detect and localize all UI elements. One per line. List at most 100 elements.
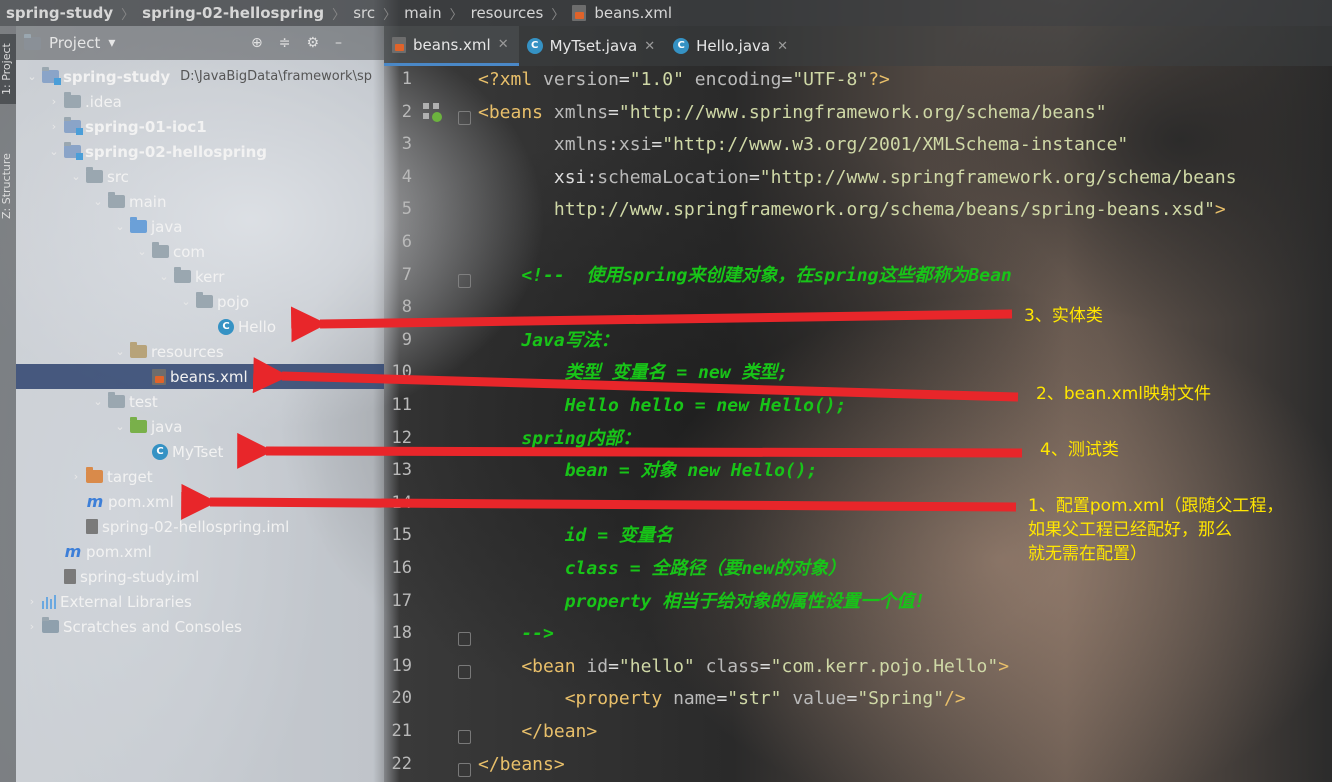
tree-item[interactable]: beans.xml (16, 364, 384, 389)
tree-item[interactable]: › .idea (48, 89, 122, 114)
locate-file-icon[interactable]: ⊕ (251, 35, 263, 51)
chevron-down-icon[interactable]: ⌄ (180, 295, 192, 308)
code-token: xmlns (553, 101, 609, 123)
code-line: xmlns:xsi="http://www.w3.org/2001/XMLSch… (478, 129, 1128, 161)
spring-bean-gutter-icon[interactable] (422, 102, 442, 122)
chevron-down-icon[interactable]: ▾ (108, 35, 115, 51)
maven-icon: m (64, 542, 82, 561)
code-token: = (716, 688, 728, 710)
tree-item[interactable]: ⌄ java (114, 414, 182, 439)
fold-marker-icon[interactable] (458, 730, 471, 744)
tree-item[interactable]: ⌄ main (92, 189, 166, 214)
tree-item[interactable]: ⌄ com (136, 239, 205, 264)
collapse-all-icon[interactable]: ≑ (279, 35, 291, 51)
tab-hello-java[interactable]: C Hello.java ✕ (665, 26, 798, 66)
tree-item-label: spring-01-ioc1 (85, 117, 207, 136)
chevron-down-icon[interactable]: ⌄ (114, 220, 126, 233)
breadcrumb-resources[interactable]: resources (471, 4, 544, 22)
tree-item[interactable]: › target (70, 464, 153, 489)
chevron-down-icon[interactable]: ⌄ (114, 345, 126, 358)
tree-item[interactable]: ⌄ test (92, 389, 158, 414)
tree-item[interactable]: C MyTset (136, 439, 223, 464)
chevron-down-icon[interactable]: ⌄ (114, 420, 126, 433)
code-token: : (586, 166, 598, 188)
note-line: 就无需在配置） (1028, 544, 1147, 564)
chevron-right-icon[interactable]: › (48, 95, 60, 108)
chevron-right-icon[interactable]: › (26, 620, 38, 633)
chevron-down-icon[interactable]: ⌄ (92, 395, 104, 408)
tree-item[interactable]: › spring-01-ioc1 (48, 114, 207, 139)
fold-marker-icon[interactable] (458, 632, 471, 647)
tab-beans-xml[interactable]: beans.xml ✕ (384, 26, 519, 66)
editor-gutter: 1 2 3 4 5 6 7 8 9 10 11 12 13 14 15 16 17 18 19 20 21 22 (384, 66, 471, 782)
breadcrumb-module[interactable]: spring-02-hellospring (142, 4, 324, 22)
code-line: class = 全路径（要new的对象） (478, 553, 846, 585)
project-view-selector[interactable]: Project (49, 34, 100, 52)
fold-marker-icon[interactable] (458, 110, 471, 125)
project-tool-window-button[interactable]: 1: Project (0, 34, 16, 104)
minimize-icon[interactable]: – (335, 35, 342, 51)
tree-item[interactable]: ⌄ spring-02-hellospring (48, 139, 267, 164)
fold-marker-icon[interactable] (458, 273, 471, 288)
breadcrumb-src[interactable]: src (353, 4, 375, 22)
module-folder-icon (42, 67, 61, 85)
code-token: </bean> (478, 721, 598, 742)
chevron-down-icon[interactable]: ⌄ (26, 70, 38, 83)
tree-item[interactable]: spring-study.iml (48, 564, 199, 589)
chevron-down-icon[interactable]: ⌄ (158, 270, 170, 283)
left-tool-stripe: 1: Project Z: Structure (0, 26, 16, 782)
tree-item[interactable]: ⌄ spring-study D:\JavaBigData\framework\sp (26, 64, 372, 89)
tree-item[interactable]: ⌄ src (70, 164, 129, 189)
breadcrumb-project[interactable]: spring-study (6, 4, 113, 22)
line-number: 12 (391, 427, 412, 448)
code-line: </beans> (478, 749, 565, 781)
structure-tool-window-button[interactable]: Z: Structure (0, 146, 16, 226)
tree-item[interactable]: › External Libraries (26, 589, 192, 614)
code-line: Java写法： (478, 325, 618, 357)
tree-item[interactable]: spring-02-hellospring.iml (70, 514, 289, 539)
code-token: bean = 对象 new Hello(); (478, 460, 818, 482)
chevron-down-icon[interactable]: ⌄ (70, 170, 82, 183)
chevron-right-icon[interactable]: › (26, 595, 38, 608)
close-icon[interactable]: ✕ (644, 39, 655, 54)
note-line: 4、测试类 (1040, 440, 1119, 460)
close-icon[interactable]: ✕ (498, 37, 509, 52)
fold-marker-icon[interactable] (458, 762, 471, 777)
code-line: </bean> (478, 716, 597, 748)
tree-item[interactable]: ⌄ resources (114, 339, 224, 364)
class-icon: C (218, 318, 234, 335)
breadcrumb-main[interactable]: main (404, 4, 441, 22)
chevron-down-icon[interactable]: ⌄ (48, 145, 60, 158)
tree-item[interactable]: ⌄ kerr (158, 264, 224, 289)
tree-item[interactable]: m pom.xml (70, 489, 174, 514)
chevron-right-icon[interactable]: › (48, 120, 60, 133)
breadcrumb-file[interactable]: beans.xml (594, 4, 672, 22)
gear-icon[interactable]: ⚙ (306, 35, 319, 51)
tree-item-label: pom.xml (86, 542, 152, 561)
chevron-down-icon[interactable]: ⌄ (92, 195, 104, 208)
breadcrumb-separator-icon: 〉 (551, 7, 565, 23)
tree-item[interactable]: › Scratches and Consoles (26, 614, 242, 639)
close-icon[interactable]: ✕ (777, 39, 788, 54)
code-editor[interactable]: <?xml version="1.0" encoding="UTF-8"?> <b… (478, 66, 1332, 782)
tree-item[interactable]: C Hello (202, 314, 276, 339)
chevron-right-icon[interactable]: › (70, 470, 82, 483)
folder-icon (64, 92, 81, 108)
tree-item[interactable]: ⌄ java (114, 214, 182, 239)
tree-item[interactable]: ⌄ pojo (180, 289, 249, 314)
code-token: http://www.springframework.org/schema/be… (478, 199, 1215, 221)
line-number: 9 (401, 329, 412, 350)
line-number: 3 (401, 134, 412, 155)
code-token: class (705, 655, 760, 677)
code-line: <!-- 使用spring来创建对象，在spring这些都称为Bean (478, 260, 1011, 292)
code-token: "com.kerr.pojo.Hello" (770, 655, 999, 677)
tree-item-label: Hello (238, 317, 277, 336)
fold-marker-icon[interactable] (458, 664, 471, 679)
chevron-down-icon[interactable]: ⌄ (136, 245, 148, 258)
tree-item[interactable]: m pom.xml (48, 539, 152, 564)
tab-mytset-java[interactable]: C MyTset.java ✕ (519, 26, 666, 66)
tree-item-label: .idea (85, 92, 122, 111)
tree-item-label: pojo (217, 292, 250, 311)
code-token: id = 变量名 (478, 525, 673, 547)
breadcrumb: spring-study 〉 spring-02-hellospring 〉 s… (0, 0, 1332, 26)
